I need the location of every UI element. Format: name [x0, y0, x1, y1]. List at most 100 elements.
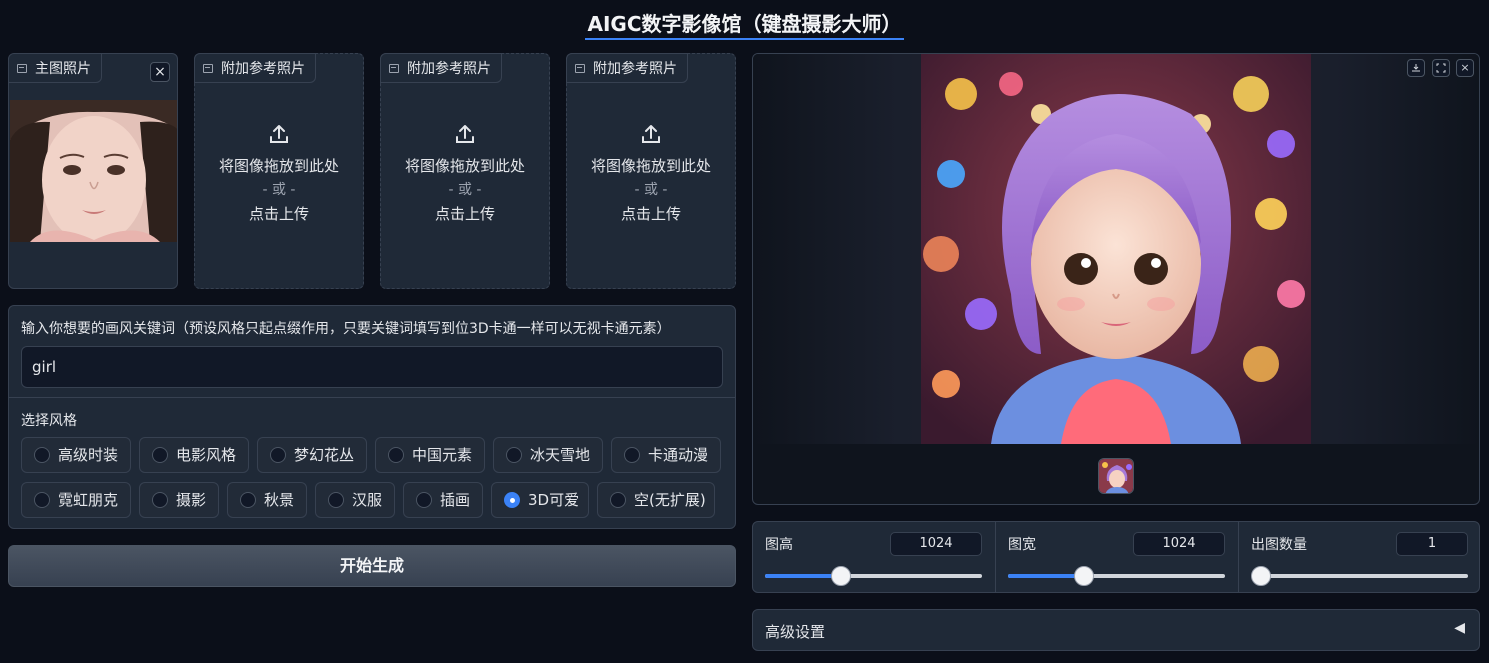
fullscreen-icon: [1436, 63, 1446, 73]
upload-prompt: 将图像拖放到此处 - 或 - 点击上传: [567, 122, 735, 226]
radio-dot: [416, 492, 432, 508]
style-option-film[interactable]: 电影风格: [139, 437, 249, 473]
radio-dot: [152, 447, 168, 463]
style-option-label: 高级时装: [58, 446, 119, 464]
ref-photo-dropzone-2[interactable]: 附加参考照片 将图像拖放到此处 - 或 - 点击上传: [380, 53, 550, 289]
style-option-label: 中国元素: [412, 446, 473, 464]
style-option-illustration[interactable]: 插画: [403, 482, 483, 518]
keyword-label: 输入你想要的画风关键词（预设风格只起点缀作用，只要关键词填写到位3D卡通一样可以…: [21, 321, 671, 337]
style-option-label: 插画: [440, 491, 471, 509]
width-input[interactable]: 1024: [1133, 532, 1225, 556]
style-option-label: 3D可爱: [528, 491, 580, 509]
style-option-anime[interactable]: 卡通动漫: [611, 437, 721, 473]
close-output-button[interactable]: ×: [1456, 59, 1474, 77]
ref-photo-label-text: 附加参考照片: [407, 61, 491, 77]
main-photo-label: 主图照片: [9, 54, 102, 83]
count-slider-handle[interactable]: [1251, 566, 1271, 586]
ref-photo-label: 附加参考照片: [380, 53, 502, 83]
ref-photo-label: 附加参考照片: [566, 53, 688, 83]
click-upload-text: 点击上传: [248, 205, 309, 223]
style-option-none[interactable]: 空(无扩展): [597, 482, 715, 518]
ref-photo-dropzone-3[interactable]: 附加参考照片 将图像拖放到此处 - 或 - 点击上传: [566, 53, 736, 289]
upload-icon: [642, 125, 660, 143]
divider: [9, 397, 735, 398]
count-label: 出图数量: [1251, 537, 1307, 553]
radio-dot: [624, 447, 640, 463]
radio-dot: [240, 492, 256, 508]
main-photo-panel[interactable]: 主图照片 ×: [8, 53, 178, 289]
width-slider: 图宽 1024: [996, 522, 1238, 592]
keyword-input[interactable]: girl: [21, 346, 723, 388]
thumbnail[interactable]: [1098, 458, 1134, 494]
or-text: - 或 -: [448, 182, 482, 198]
count-input[interactable]: 1: [1396, 532, 1468, 556]
height-input[interactable]: 1024: [890, 532, 982, 556]
radio-dot: [388, 447, 404, 463]
upload-icon: [270, 125, 288, 143]
style-option-cyberpunk[interactable]: 霓虹朋克: [21, 482, 131, 518]
drop-text: 将图像拖放到此处: [218, 157, 339, 175]
slider-panel: 图高 1024 图宽 1024 出图数量 1: [752, 521, 1480, 593]
style-option-3d-cute[interactable]: 3D可爱: [491, 482, 589, 518]
ref-photo-label-text: 附加参考照片: [593, 61, 677, 77]
height-label: 图高: [765, 537, 793, 553]
radio-dot: [506, 447, 522, 463]
style-option-photography[interactable]: 摄影: [139, 482, 219, 518]
width-label: 图宽: [1008, 537, 1036, 553]
advanced-settings-label: 高级设置: [765, 623, 826, 641]
height-slider-handle[interactable]: [830, 566, 851, 586]
advanced-settings-accordion[interactable]: 高级设置 ◀: [752, 609, 1480, 651]
upload-icon: [456, 125, 474, 143]
app-title-wrap: AIGC数字影像馆（键盘摄影大师）: [0, 8, 1489, 40]
radio-dot: [34, 492, 50, 508]
style-option-fashion[interactable]: 高级时装: [21, 437, 131, 473]
style-option-label: 梦幻花丛: [294, 446, 355, 464]
style-option-hanfu[interactable]: 汉服: [315, 482, 395, 518]
style-label: 选择风格: [21, 413, 77, 429]
drop-text: 将图像拖放到此处: [590, 157, 711, 175]
upload-prompt: 将图像拖放到此处 - 或 - 点击上传: [381, 122, 549, 226]
style-option-label: 卡通动漫: [648, 446, 709, 464]
style-option-snow[interactable]: 冰天雪地: [493, 437, 603, 473]
main-photo-label-text: 主图照片: [35, 61, 91, 77]
count-track[interactable]: [1251, 566, 1468, 586]
style-option-label: 摄影: [176, 491, 207, 509]
radio-dot: [328, 492, 344, 508]
generate-button[interactable]: 开始生成: [8, 545, 736, 587]
fullscreen-button[interactable]: [1432, 59, 1450, 77]
style-option-label: 霓虹朋克: [58, 491, 119, 509]
width-track-fill: [1008, 574, 1084, 578]
style-option-label: 秋景: [264, 491, 295, 509]
output-gallery: ×: [752, 53, 1480, 505]
click-upload-text: 点击上传: [434, 205, 495, 223]
width-slider-handle[interactable]: [1073, 566, 1094, 586]
style-option-dream-flowers[interactable]: 梦幻花丛: [257, 437, 367, 473]
image-icon: [389, 64, 399, 73]
download-button[interactable]: [1407, 59, 1425, 77]
image-icon: [203, 64, 213, 73]
height-track[interactable]: [765, 566, 982, 586]
radio-dot: [34, 447, 50, 463]
image-icon: [575, 64, 585, 73]
ref-photo-label-text: 附加参考照片: [221, 61, 305, 77]
style-option-label: 电影风格: [176, 446, 237, 464]
style-option-autumn[interactable]: 秋景: [227, 482, 307, 518]
or-text: - 或 -: [634, 182, 668, 198]
upload-prompt: 将图像拖放到此处 - 或 - 点击上传: [195, 122, 363, 226]
ref-photo-dropzone-1[interactable]: 附加参考照片 将图像拖放到此处 - 或 - 点击上传: [194, 53, 364, 289]
radio-dot: [610, 492, 626, 508]
height-slider: 图高 1024: [753, 522, 995, 592]
radio-dot-selected: [504, 492, 520, 508]
style-option-label: 汉服: [352, 491, 383, 509]
prompt-panel: 输入你想要的画风关键词（预设风格只起点缀作用，只要关键词填写到位3D卡通一样可以…: [8, 305, 736, 529]
width-track[interactable]: [1008, 566, 1225, 586]
remove-photo-button[interactable]: ×: [150, 62, 170, 82]
close-icon: ×: [1460, 61, 1470, 74]
collapse-arrow-icon: ◀: [1454, 620, 1465, 636]
page-title: AIGC数字影像馆（键盘摄影大师）: [585, 12, 904, 40]
download-icon: [1412, 64, 1420, 72]
style-option-chinese[interactable]: 中国元素: [375, 437, 485, 473]
ref-photo-label: 附加参考照片: [194, 53, 316, 83]
output-image[interactable]: [921, 54, 1311, 444]
or-text: - 或 -: [262, 182, 296, 198]
